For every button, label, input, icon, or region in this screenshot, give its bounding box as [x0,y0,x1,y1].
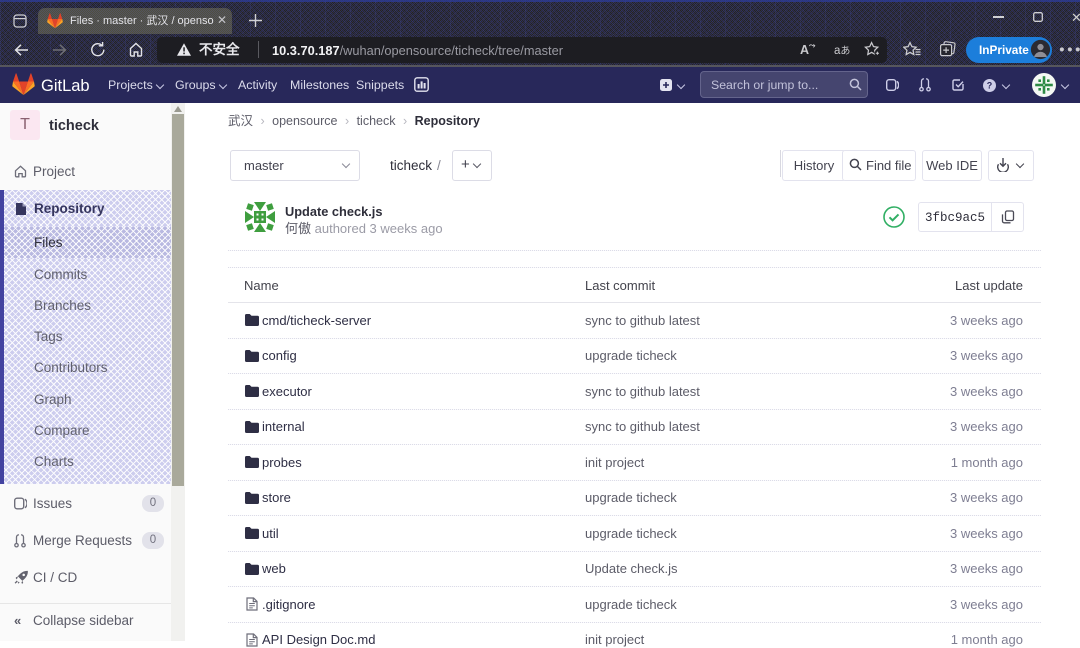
svg-text:?: ? [987,81,993,91]
